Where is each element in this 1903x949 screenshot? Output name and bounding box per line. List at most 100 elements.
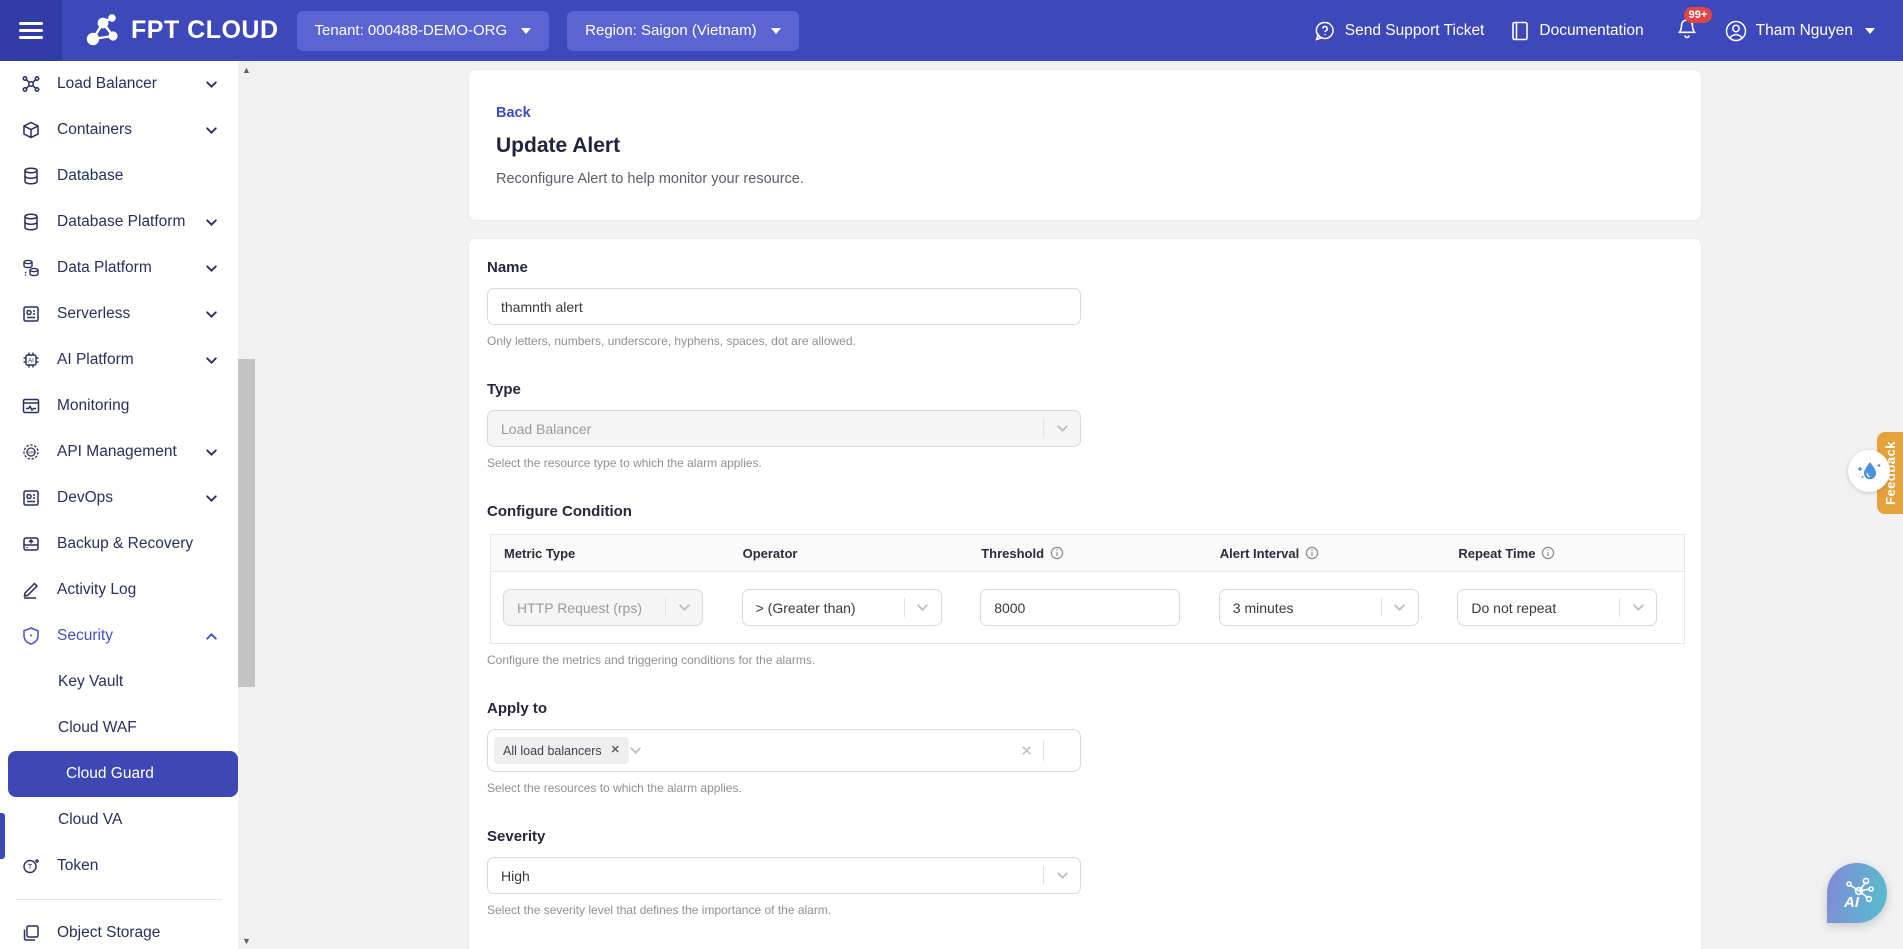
info-icon[interactable] bbox=[1305, 546, 1319, 560]
sidebar-item-object-storage[interactable]: Object Storage bbox=[0, 910, 238, 949]
scrollbar-down-arrow[interactable]: ▼ bbox=[238, 932, 255, 949]
name-input[interactable] bbox=[487, 288, 1081, 325]
devops-icon bbox=[21, 488, 41, 508]
feedback-bubble-button[interactable] bbox=[1848, 450, 1890, 492]
condition-table-header: Metric Type Operator Threshold Alert Int… bbox=[491, 535, 1684, 572]
apply-to-select[interactable]: All load balancers ✕ ✕ bbox=[487, 729, 1081, 772]
fpt-molecule-icon bbox=[84, 14, 122, 48]
logo-text: FPT CLOUD bbox=[131, 16, 279, 45]
sidebar-item-containers[interactable]: Containers bbox=[0, 107, 238, 153]
severity-help-text: Select the severity level that defines t… bbox=[487, 903, 1701, 917]
chevron-down-icon bbox=[1382, 590, 1418, 625]
documentation-link[interactable]: Documentation bbox=[1510, 20, 1643, 42]
chevron-down-icon bbox=[205, 262, 218, 275]
column-threshold: Threshold bbox=[968, 546, 1207, 561]
severity-select[interactable]: High bbox=[487, 857, 1081, 894]
sidebar-item-token[interactable]: T Token bbox=[0, 843, 238, 889]
sidebar-item-monitoring[interactable]: Monitoring bbox=[0, 383, 238, 429]
sidebar-item-label: DevOps bbox=[57, 489, 113, 507]
sidebar-item-database[interactable]: Database bbox=[0, 153, 238, 199]
sidebar-item-load-balancer[interactable]: Load Balancer bbox=[0, 61, 238, 107]
notification-count-badge: 99+ bbox=[1684, 7, 1713, 23]
alert-interval-select[interactable]: 3 minutes bbox=[1219, 589, 1419, 626]
apply-to-label: Apply to bbox=[487, 700, 1701, 717]
send-support-ticket-link[interactable]: Send Support Ticket bbox=[1314, 20, 1485, 42]
hamburger-icon bbox=[19, 18, 43, 43]
sidebar-item-api-management[interactable]: API API Management bbox=[0, 429, 238, 475]
repeat-time-value: Do not repeat bbox=[1471, 600, 1556, 616]
content-area: Back Update Alert Reconfigure Alert to h… bbox=[255, 61, 1903, 949]
sidebar-item-label: Database Platform bbox=[57, 213, 185, 231]
sidebar-subitem-label: Cloud WAF bbox=[58, 719, 137, 737]
sidebar-subitem-cloud-va[interactable]: Cloud VA bbox=[0, 797, 238, 843]
sidebar-item-label: Database bbox=[57, 167, 123, 185]
water-drop-icon bbox=[1856, 458, 1882, 484]
metric-type-select[interactable]: HTTP Request (rps) bbox=[503, 589, 703, 626]
navbar-actions: Send Support Ticket Documentation 99+ bbox=[1314, 16, 1875, 45]
type-help-text: Select the resource type to which the al… bbox=[487, 456, 1701, 470]
sidebar-item-security[interactable]: Security bbox=[0, 613, 238, 659]
severity-label: Severity bbox=[487, 828, 1701, 845]
activity-log-icon bbox=[21, 580, 41, 600]
info-icon[interactable] bbox=[1541, 546, 1555, 560]
tag-remove-icon[interactable]: ✕ bbox=[611, 745, 620, 756]
chevron-down-icon bbox=[205, 492, 218, 505]
fpt-cloud-logo[interactable]: FPT CLOUD bbox=[84, 14, 279, 48]
tenant-selector[interactable]: Tenant: 000488-DEMO-ORG bbox=[297, 11, 550, 51]
user-name: Tham Nguyen bbox=[1756, 22, 1853, 40]
notifications-button[interactable]: 99+ bbox=[1676, 16, 1698, 45]
sidebar-item-label: Security bbox=[57, 627, 113, 645]
select-divider bbox=[1043, 740, 1044, 761]
scrollbar-up-arrow[interactable]: ▲ bbox=[238, 61, 255, 78]
hamburger-menu-button[interactable] bbox=[0, 0, 62, 61]
documentation-book-icon bbox=[1510, 20, 1530, 42]
sidebar-item-label: Containers bbox=[57, 121, 132, 139]
back-link[interactable]: Back bbox=[496, 105, 531, 121]
threshold-input[interactable] bbox=[980, 589, 1180, 626]
sidebar-item-label: Backup & Recovery bbox=[57, 535, 193, 553]
sidebar-item-label: Monitoring bbox=[57, 397, 129, 415]
repeat-time-select[interactable]: Do not repeat bbox=[1457, 589, 1657, 626]
api-management-icon: API bbox=[21, 442, 41, 462]
page-title: Update Alert bbox=[496, 134, 1673, 158]
column-metric-type: Metric Type bbox=[491, 546, 730, 561]
sidebar-subitem-cloud-waf[interactable]: Cloud WAF bbox=[0, 705, 238, 751]
database-platform-icon bbox=[21, 212, 41, 232]
selected-resource-tag: All load balancers ✕ bbox=[494, 737, 629, 764]
sidebar-item-devops[interactable]: DevOps bbox=[0, 475, 238, 521]
name-label: Name bbox=[487, 259, 1701, 276]
chevron-down-icon bbox=[205, 78, 218, 91]
type-select[interactable]: Load Balancer bbox=[487, 410, 1081, 447]
sidebar-item-ai-platform[interactable]: AI AI Platform bbox=[0, 337, 238, 383]
database-icon bbox=[21, 166, 41, 186]
type-select-value: Load Balancer bbox=[501, 421, 591, 437]
support-chat-icon bbox=[1314, 20, 1336, 42]
clear-selection-icon[interactable]: ✕ bbox=[1020, 742, 1033, 760]
region-selector[interactable]: Region: Saigon (Vietnam) bbox=[567, 11, 799, 51]
type-label: Type bbox=[487, 381, 1701, 398]
chevron-up-icon bbox=[205, 630, 218, 643]
sidebar-subitem-key-vault[interactable]: Key Vault bbox=[0, 659, 238, 705]
sidebar-item-label: Load Balancer bbox=[57, 75, 157, 93]
sidebar-item-database-platform[interactable]: Database Platform bbox=[0, 199, 238, 245]
ai-assistant-button[interactable]: AI bbox=[1827, 863, 1887, 923]
info-icon[interactable] bbox=[1050, 546, 1064, 560]
sidebar-scrollbar[interactable]: ▲ ▼ bbox=[238, 61, 255, 949]
apply-to-help-text: Select the resources to which the alarm … bbox=[487, 781, 1701, 795]
app-root: FPT CLOUD Tenant: 000488-DEMO-ORG Region… bbox=[0, 0, 1903, 949]
sidebar-item-serverless[interactable]: Serverless bbox=[0, 291, 238, 337]
scrollbar-thumb[interactable] bbox=[238, 359, 255, 687]
tenant-label: Tenant: 000488-DEMO-ORG bbox=[315, 22, 508, 39]
operator-select[interactable]: > (Greater than) bbox=[742, 589, 942, 626]
sidebar-nav: Load Balancer Containers Database bbox=[0, 61, 238, 949]
user-menu[interactable]: Tham Nguyen bbox=[1724, 19, 1875, 43]
sidebar-subitem-cloud-guard[interactable]: Cloud Guard bbox=[8, 751, 238, 797]
condition-help-text: Configure the metrics and triggering con… bbox=[487, 653, 1701, 667]
sidebar-item-backup-recovery[interactable]: Backup & Recovery bbox=[0, 521, 238, 567]
page-header-card: Back Update Alert Reconfigure Alert to h… bbox=[468, 69, 1702, 221]
chevron-down-icon bbox=[205, 308, 218, 321]
sidebar-item-activity-log[interactable]: Activity Log bbox=[0, 567, 238, 613]
sidebar-subitem-label: Key Vault bbox=[58, 673, 123, 691]
column-alert-interval: Alert Interval bbox=[1207, 546, 1446, 561]
sidebar-item-data-platform[interactable]: Data Platform bbox=[0, 245, 238, 291]
